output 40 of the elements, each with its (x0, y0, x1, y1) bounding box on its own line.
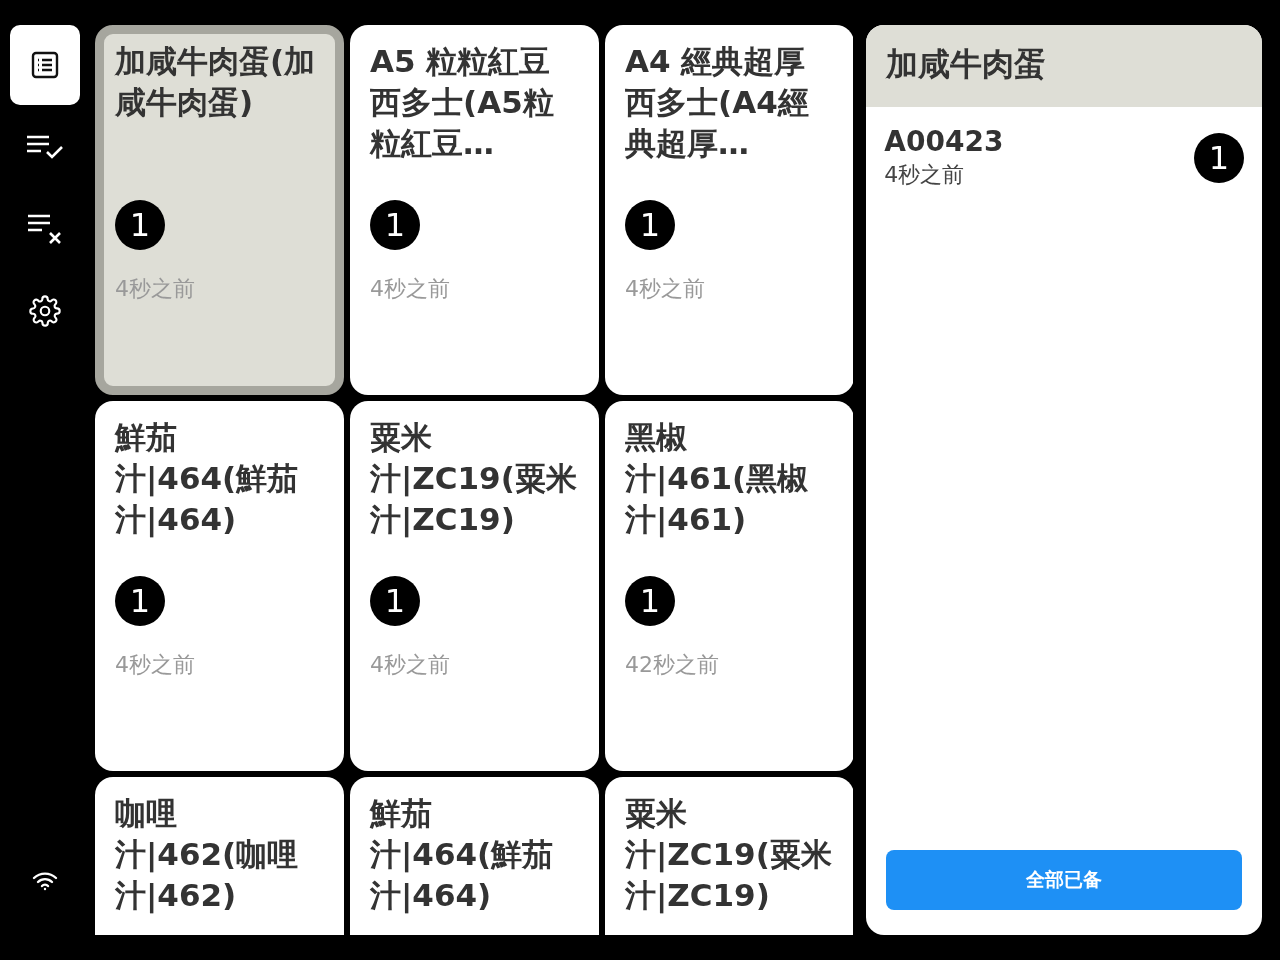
item-title: 黑椒汁|461(黑椒汁|461) (625, 418, 810, 540)
item-title: 咖哩汁|462(咖哩汁|462) (115, 794, 300, 916)
item-title: A4 經典超厚西多士(A4經典超厚… (625, 42, 810, 163)
elapsed-time: 4秒之前 (115, 275, 196, 303)
item-title: A5 粒粒紅豆西多士(A5粒粒紅豆… (370, 42, 555, 163)
detail-title: 加咸牛肉蛋 (866, 25, 1262, 107)
wifi-icon (32, 871, 58, 891)
order-item-card[interactable]: 粟米汁|ZC19(粟米汁|ZC19) 1 4秒之前 (350, 401, 599, 771)
order-item-card[interactable]: 咖哩汁|462(咖哩汁|462) (95, 777, 344, 935)
quantity-badge: 1 (1194, 132, 1244, 183)
order-item-card[interactable]: 黑椒汁|461(黑椒汁|461) 1 42秒之前 (605, 401, 854, 771)
item-title: 加咸牛肉蛋(加咸牛肉蛋) (115, 42, 317, 122)
elapsed-time: 42秒之前 (625, 651, 720, 679)
list-check-icon (26, 133, 64, 161)
order-item-card[interactable]: 鮮茄汁|464(鮮茄汁|464) 1 4秒之前 (95, 401, 344, 771)
item-title: 粟米汁|ZC19(粟米汁|ZC19) (625, 794, 833, 916)
elapsed-time: 4秒之前 (884, 161, 966, 189)
order-item-card[interactable]: 粟米汁|ZC19(粟米汁|ZC19) (605, 777, 854, 935)
elapsed-time: 4秒之前 (370, 651, 451, 679)
quantity-badge: 1 (370, 576, 420, 626)
order-item-card[interactable]: 加咸牛肉蛋(加咸牛肉蛋) 1 4秒之前 (95, 25, 344, 395)
quantity-badge: 1 (625, 200, 675, 250)
order-item-card[interactable]: A5 粒粒紅豆西多士(A5粒粒紅豆… 1 4秒之前 (350, 25, 599, 395)
sidebar-tab[interactable] (10, 25, 80, 105)
item-title: 鮮茄汁|464(鮮茄汁|464) (370, 794, 555, 916)
quantity-badge: 1 (370, 200, 420, 250)
item-title: 粟米汁|ZC19(粟米汁|ZC19) (370, 418, 578, 540)
order-number: A00423 (884, 125, 1004, 158)
quantity-badge: 1 (115, 576, 165, 626)
quantity-badge: 1 (115, 200, 165, 250)
elapsed-time: 4秒之前 (625, 275, 706, 303)
order-item-card[interactable]: A4 經典超厚西多士(A4經典超厚… 1 4秒之前 (605, 25, 854, 395)
list-icon (30, 50, 60, 80)
elapsed-time: 4秒之前 (115, 651, 196, 679)
list-x-icon (27, 213, 63, 245)
settings-icon (29, 295, 61, 327)
order-item-card[interactable]: 鮮茄汁|464(鮮茄汁|464) (350, 777, 599, 935)
quantity-badge: 1 (625, 576, 675, 626)
elapsed-time: 4秒之前 (370, 275, 451, 303)
item-title: 鮮茄汁|464(鮮茄汁|464) (115, 418, 300, 540)
